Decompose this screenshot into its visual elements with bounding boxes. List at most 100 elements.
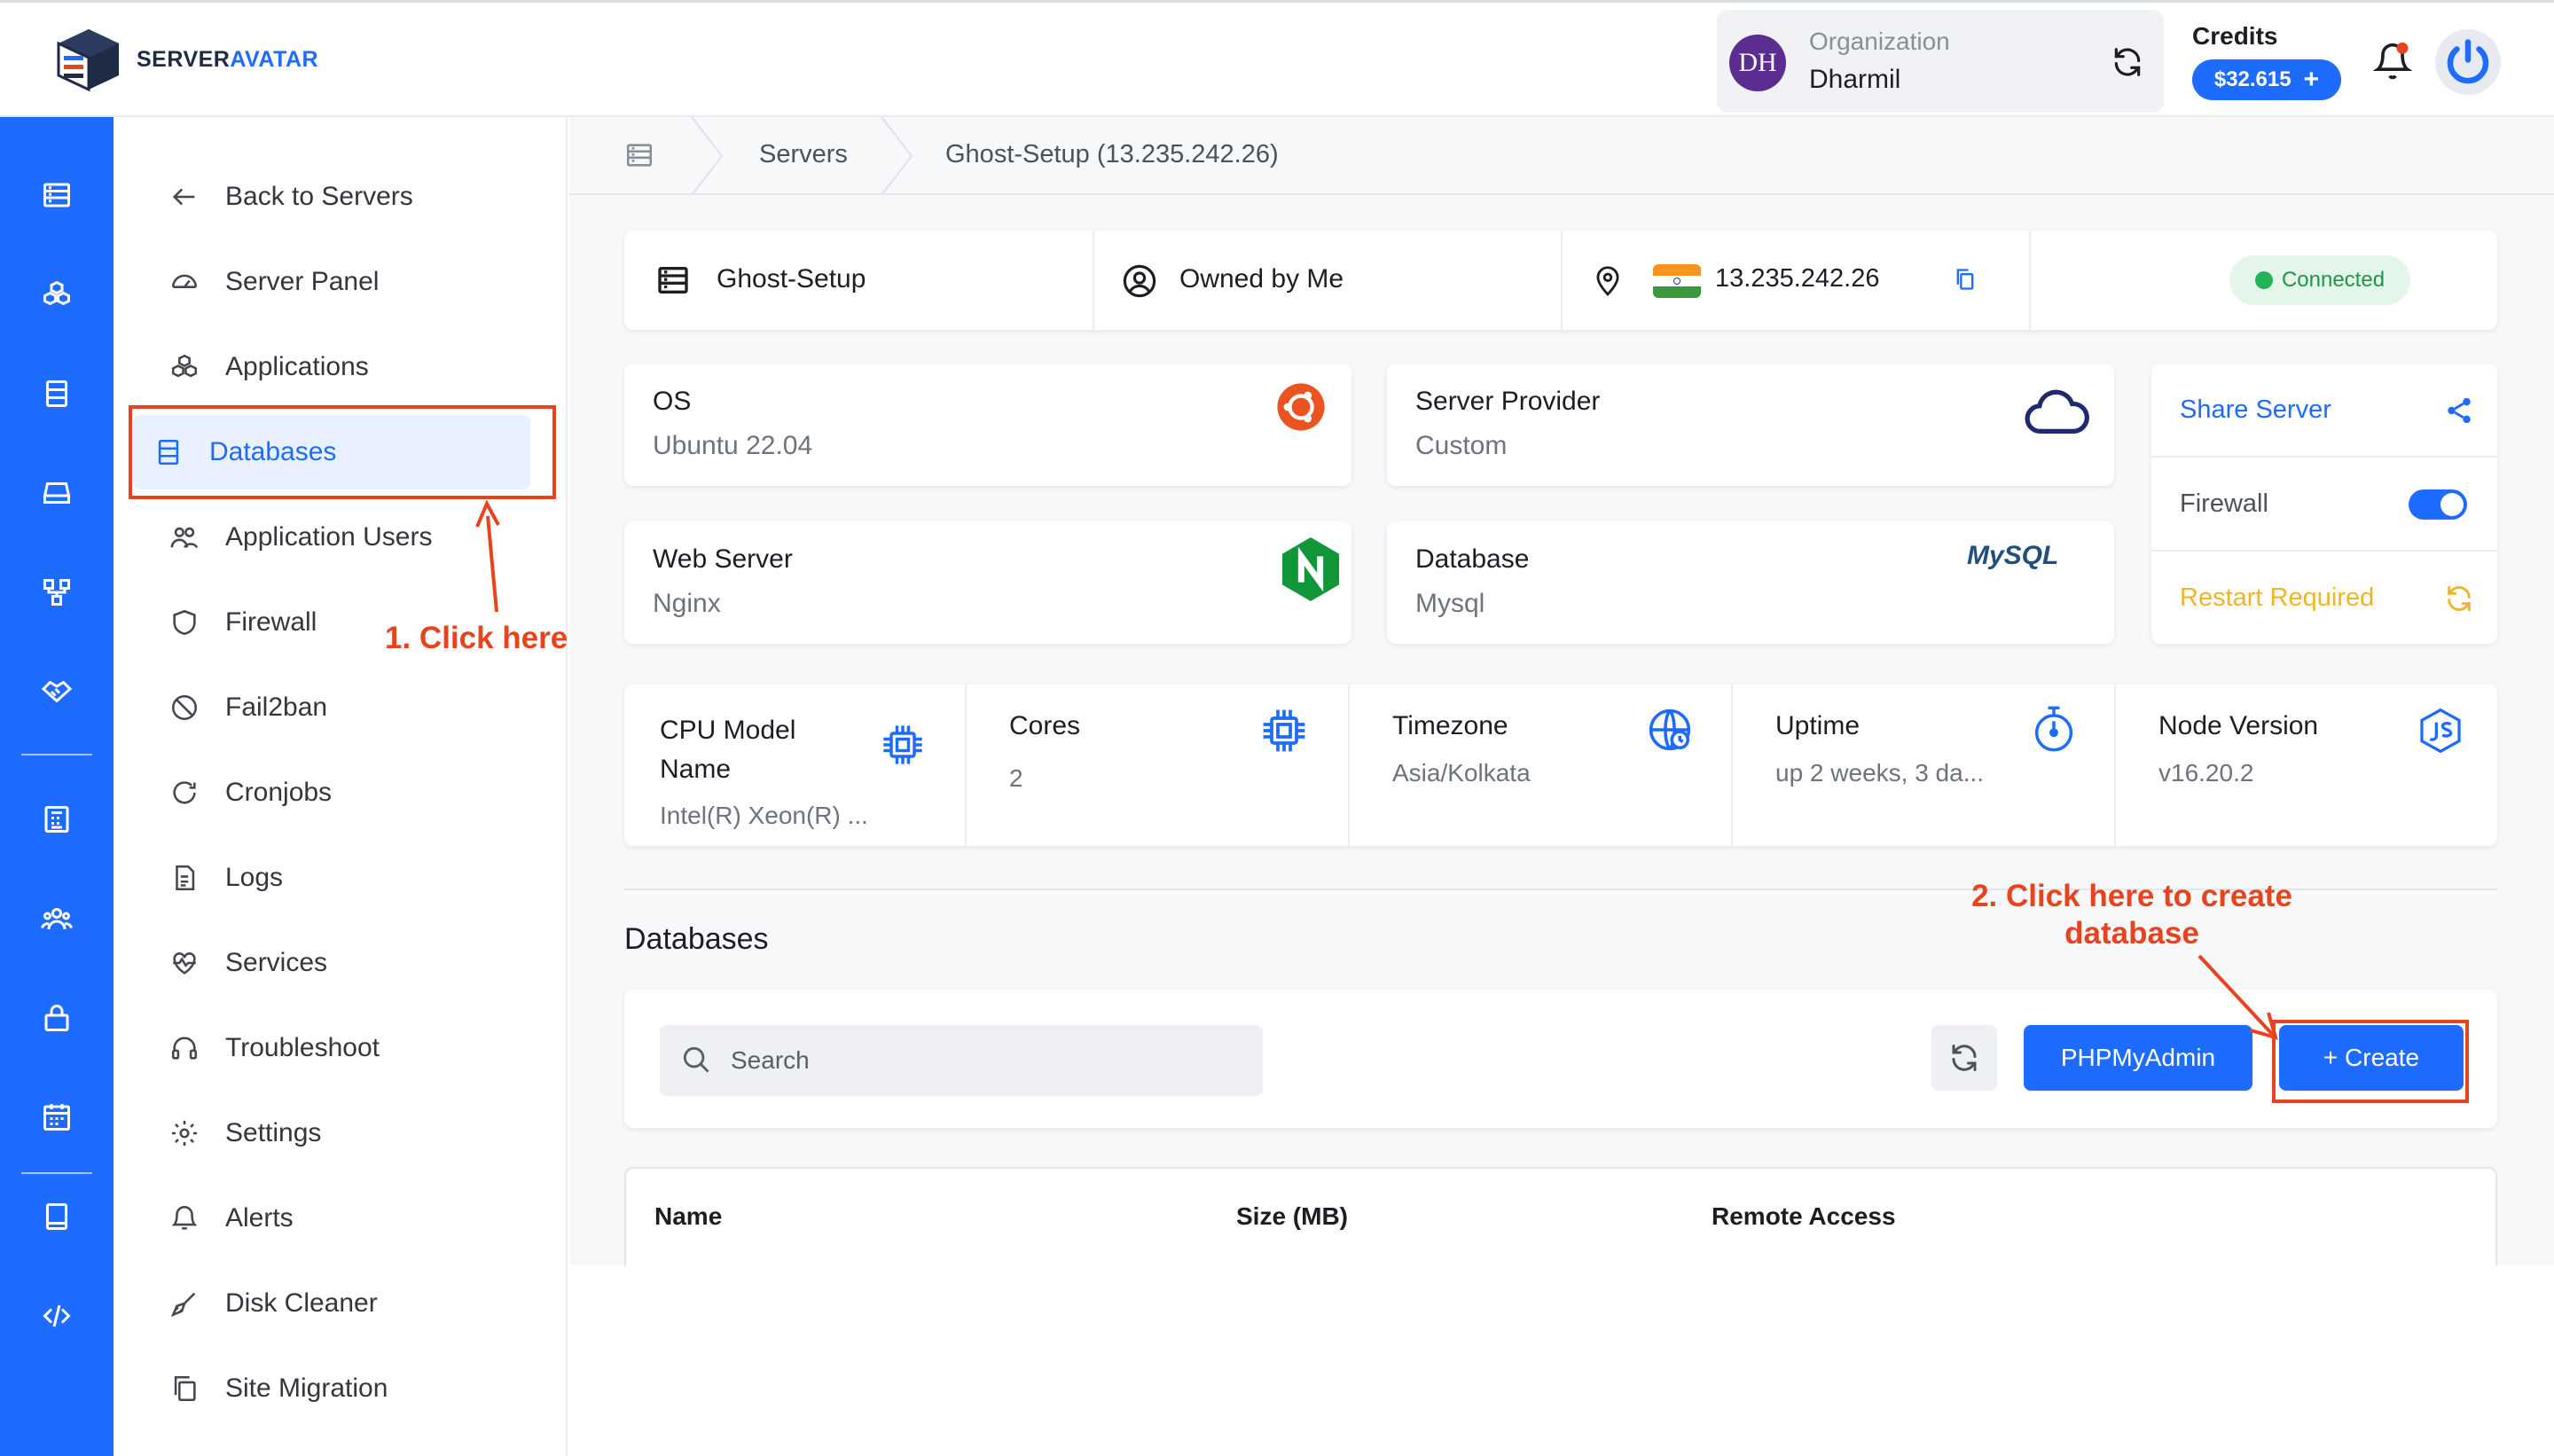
gear-icon	[167, 1115, 202, 1151]
sidebar-item-settings[interactable]: Settings	[149, 1096, 592, 1170]
lock-rail-icon[interactable]	[35, 997, 78, 1039]
sidebar-item-application-users[interactable]: Application Users	[149, 500, 592, 575]
headset-icon	[167, 1030, 202, 1066]
switch-org-icon[interactable]	[2111, 45, 2144, 79]
divider	[2029, 231, 2031, 330]
stat-value: v16.20.2	[2158, 759, 2254, 787]
servers-rail-icon[interactable]	[35, 174, 78, 216]
organization-switcher[interactable]: DH Organization Dharmil	[1717, 10, 2164, 113]
search-placeholder: Search	[731, 1046, 810, 1074]
provider-value: Custom	[1415, 431, 1508, 460]
stat-uptime: Uptime up 2 weeks, 3 da...	[1733, 685, 2114, 846]
arrow-left-icon	[167, 179, 202, 215]
sidebar-item-disk-cleaner[interactable]: Disk Cleaner	[149, 1266, 592, 1341]
sidebar-item-services[interactable]: Services	[149, 926, 592, 1000]
server-side-menu: Back to Servers Server Panel Application…	[114, 117, 568, 1456]
location-pin-icon	[1591, 261, 1625, 300]
code-rail-icon[interactable]	[35, 1295, 78, 1337]
logo[interactable]: SERVERAVATAR	[53, 24, 318, 95]
share-server-label: Share Server	[2180, 395, 2331, 424]
sidebar-item-label: Applications	[225, 352, 369, 381]
icon-rail	[0, 117, 114, 1456]
stat-timezone: Timezone Asia/Kolkata	[1350, 685, 1731, 846]
india-flag-icon	[1653, 264, 1701, 298]
stat-value: 2	[1009, 764, 1023, 792]
database-rail-icon[interactable]	[35, 372, 78, 415]
stat-label: CPU Model Name	[660, 716, 796, 784]
team-rail-icon[interactable]	[35, 897, 78, 940]
stat-cpu: CPU Model Name Intel(R) Xeon(R) ...	[624, 685, 965, 846]
copy-ip-icon[interactable]	[1953, 266, 1978, 293]
divider	[1561, 231, 1563, 330]
sidebar-item-troubleshoot[interactable]: Troubleshoot	[149, 1011, 592, 1085]
breadcrumb-servers[interactable]: Servers	[759, 140, 848, 169]
chip-icon	[1259, 706, 1309, 755]
sidebar-item-label: Application Users	[225, 522, 433, 552]
calendar-rail-icon[interactable]	[35, 1096, 78, 1139]
server-provider-card: Server Provider Custom	[1387, 364, 2114, 486]
stat-label: Cores	[1009, 711, 1081, 740]
main-content: Servers Ghost-Setup (13.235.242.26) Ghos…	[569, 117, 2554, 1266]
stat-cores: Cores 2	[967, 685, 1348, 846]
ubuntu-icon	[1275, 381, 1327, 433]
credits-amount: $32.615	[2213, 67, 2292, 91]
share-server-button[interactable]: Share Server	[2151, 364, 2497, 458]
sidebar-item-site-migration[interactable]: Site Migration	[149, 1351, 592, 1426]
stat-label: Node Version	[2158, 711, 2319, 740]
add-credits-button[interactable]: $32.615 +	[2192, 59, 2341, 100]
database-card: Database Mysql MySQL	[1387, 521, 2114, 644]
os-value: Ubuntu 22.04	[653, 431, 813, 460]
sidebar-item-fail2ban[interactable]: Fail2ban	[149, 670, 592, 745]
sidebar-item-applications[interactable]: Applications	[149, 330, 592, 404]
sidebar-item-label: Disk Cleaner	[225, 1288, 378, 1318]
servers-breadcrumb-icon[interactable]	[624, 140, 654, 170]
sidebar-item-cronjobs[interactable]: Cronjobs	[149, 755, 592, 830]
sidebar-item-label: Services	[225, 948, 328, 977]
stat-value: up 2 weeks, 3 da...	[1775, 759, 1985, 787]
copy-icon	[167, 1371, 202, 1406]
server-summary-bar: Ghost-Setup Owned by Me 13.235.242.26 Co…	[624, 231, 2497, 330]
refresh-icon	[1952, 1045, 1977, 1071]
partners-rail-icon[interactable]	[35, 670, 78, 713]
network-rail-icon[interactable]	[35, 571, 78, 614]
status-dot	[2254, 271, 2273, 289]
account-menu-icon[interactable]	[2435, 29, 2501, 95]
document-icon	[167, 860, 202, 896]
billing-rail-icon[interactable]	[35, 798, 78, 841]
refresh-databases-button[interactable]	[1931, 1025, 1997, 1091]
firewall-toggle[interactable]	[2409, 489, 2467, 520]
sidebar-item-back-to-servers[interactable]: Back to Servers	[149, 160, 592, 234]
annotation-step2-line2: database	[2064, 916, 2199, 951]
stat-label: Uptime	[1775, 711, 1861, 740]
breadcrumb-current: Ghost-Setup (13.235.242.26)	[945, 140, 1279, 168]
sidebar-item-alerts[interactable]: Alerts	[149, 1181, 592, 1256]
sidebar-item-logs[interactable]: Logs	[149, 841, 592, 915]
server-actions-card: Share Server Firewall Restart Required	[2151, 364, 2497, 644]
databases-title: Databases	[624, 922, 769, 956]
restart-button[interactable]: Restart Required	[2151, 552, 2497, 644]
chip-icon	[880, 722, 926, 768]
status-text: Connected	[2281, 268, 2386, 292]
web-server-label: Web Server	[653, 544, 793, 574]
sidebar-item-label: Server Panel	[225, 267, 380, 296]
docs-rail-icon[interactable]	[35, 1195, 78, 1238]
annotation-step2: 2. Click here to create database	[1926, 878, 2338, 952]
mysql-logo: MySQL	[1967, 541, 2059, 570]
search-input[interactable]: Search	[660, 1025, 1263, 1096]
top-bar: SERVERAVATAR DH Organization Dharmil Cre…	[0, 0, 2554, 117]
storage-rail-icon[interactable]	[35, 472, 78, 514]
server-owner: Owned by Me	[1179, 264, 1344, 294]
annotation-highlight-databases	[129, 405, 556, 499]
divider	[1093, 231, 1094, 330]
server-stats-card: CPU Model Name Intel(R) Xeon(R) ... Core…	[624, 685, 2497, 846]
column-header-size: Size (MB)	[1236, 1202, 1348, 1230]
breadcrumb-separator	[691, 117, 724, 195]
applications-rail-icon[interactable]	[35, 273, 78, 316]
broom-icon	[167, 1286, 202, 1321]
server-ip: 13.235.242.26	[1715, 264, 1880, 293]
notifications-bell-icon[interactable]	[2373, 42, 2412, 81]
annotation-arrow-1	[475, 499, 500, 613]
sidebar-item-label: Settings	[225, 1118, 322, 1147]
annotation-step2-line1: 2. Click here to create	[1971, 879, 2292, 913]
sidebar-item-server-panel[interactable]: Server Panel	[149, 245, 592, 319]
